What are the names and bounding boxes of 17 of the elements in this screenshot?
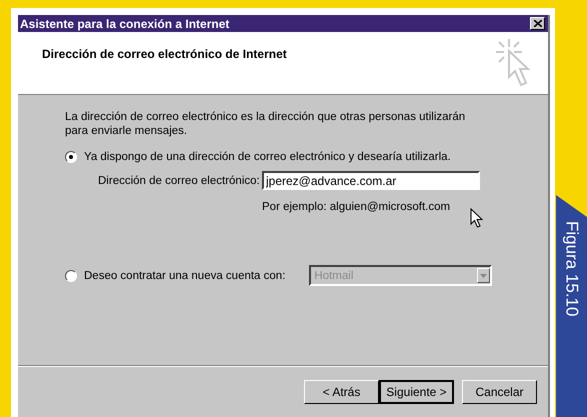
header-title: Dirección de correo electrónico de Internet [42, 47, 287, 61]
option-label[interactable]: Ya dispongo de una dirección de correo electrónico y desearía utilizarla. [84, 151, 451, 163]
mouse-cursor-icon [470, 208, 483, 228]
close-icon [534, 20, 542, 27]
wizard-button[interactable]: Siguiente > [379, 380, 454, 404]
window-title: Asistente para la conexión a Internet [20, 16, 230, 30]
radio-button[interactable] [65, 151, 77, 163]
figure-label: Figura 15.10 [562, 221, 582, 316]
example-text: Por ejemplo: alguien@microsoft.com [262, 201, 452, 213]
field-label: Dirección de correo electrónico: [98, 174, 261, 186]
intro-text: La dirección de correo electrónico es la dirección que otras personas utilizarán para enviarle mensajes. [65, 110, 466, 138]
wizard-button[interactable]: < Atrás [304, 380, 379, 404]
option-label[interactable]: Deseo contratar una nueva cuenta con: [84, 270, 286, 282]
email-field[interactable]: jperez@advance.com.ar [262, 171, 480, 190]
close-button[interactable] [530, 17, 545, 30]
radio-button[interactable] [65, 270, 77, 282]
wizard-button[interactable]: Cancelar [462, 380, 537, 404]
